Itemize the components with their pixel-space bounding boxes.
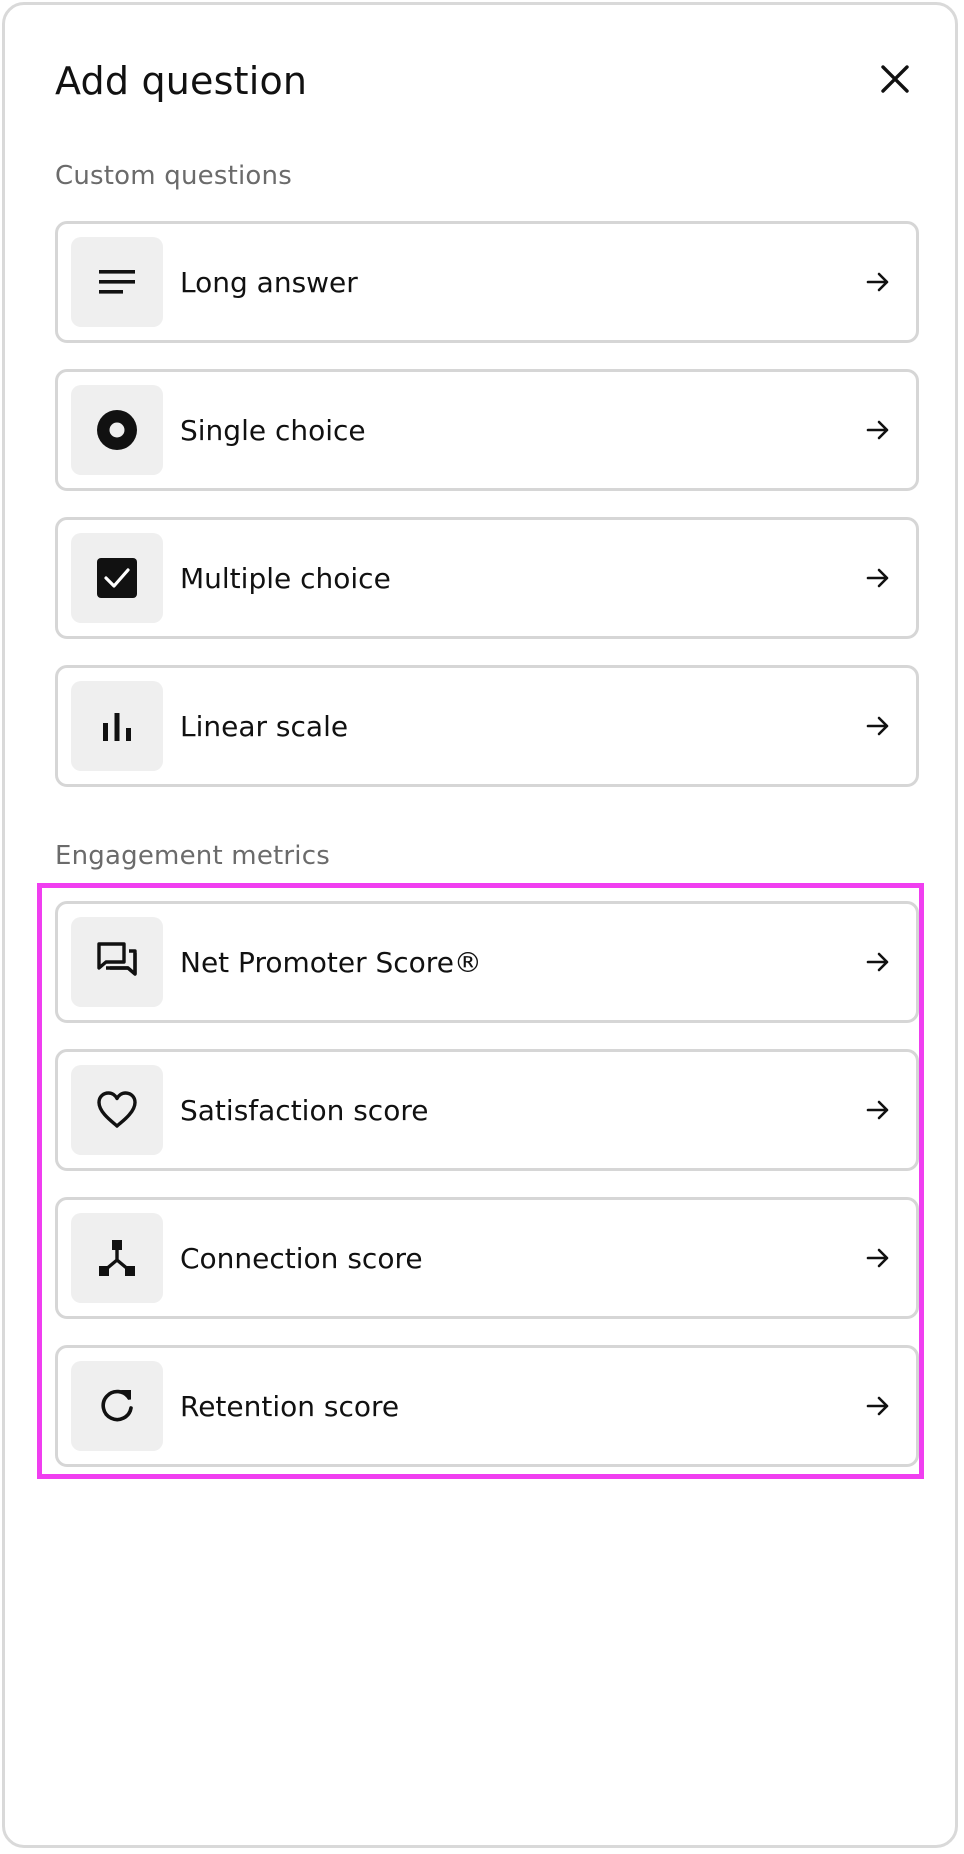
refresh-icon [101, 1389, 133, 1422]
add-question-dialog: Add question Custom questions Long answe… [2, 2, 958, 1848]
arrow-right-icon [858, 1090, 898, 1130]
option-label: Retention score [180, 1389, 400, 1423]
arrow-right-icon [858, 558, 898, 598]
arrow-right-icon [858, 706, 898, 746]
close-button[interactable] [873, 57, 917, 101]
long-answer-icon [99, 270, 135, 294]
option-label: Single choice [180, 413, 366, 447]
arrow-right-icon [858, 942, 898, 982]
option-label: Linear scale [180, 709, 349, 743]
option-multiple-choice[interactable]: Multiple choice [55, 517, 919, 639]
close-icon [881, 65, 909, 93]
option-single-choice[interactable]: Single choice [55, 369, 919, 491]
option-satisfaction-score[interactable]: Satisfaction score [55, 1049, 919, 1171]
arrow-right-icon [858, 262, 898, 302]
option-label: Long answer [180, 265, 358, 299]
option-label: Connection score [180, 1241, 423, 1275]
option-long-answer[interactable]: Long answer [55, 221, 919, 343]
section-label-custom-questions: Custom questions [55, 161, 292, 191]
icon-container [71, 533, 163, 623]
dialog-title: Add question [55, 59, 308, 103]
icon-container [71, 1213, 163, 1303]
option-connection-score[interactable]: Connection score [55, 1197, 919, 1319]
section-label-engagement-metrics: Engagement metrics [55, 841, 330, 871]
icon-container [71, 1361, 163, 1451]
heart-icon [97, 1091, 137, 1128]
icon-container [71, 1065, 163, 1155]
bar-chart-icon [103, 713, 131, 741]
arrow-right-icon [858, 1238, 898, 1278]
radio-icon [97, 410, 137, 450]
icon-container [71, 681, 163, 771]
option-label: Net Promoter Score® [180, 945, 482, 979]
option-retention-score[interactable]: Retention score [55, 1345, 919, 1467]
checkbox-icon [97, 558, 137, 598]
arrow-right-icon [858, 1386, 898, 1426]
arrow-right-icon [858, 410, 898, 450]
network-icon [99, 1240, 135, 1276]
icon-container [71, 385, 163, 475]
icon-container [71, 237, 163, 327]
option-linear-scale[interactable]: Linear scale [55, 665, 919, 787]
icon-container [71, 917, 163, 1007]
chat-bubbles-icon [97, 942, 137, 976]
option-net-promoter-score[interactable]: Net Promoter Score® [55, 901, 919, 1023]
option-label: Satisfaction score [180, 1093, 429, 1127]
option-label: Multiple choice [180, 561, 391, 595]
